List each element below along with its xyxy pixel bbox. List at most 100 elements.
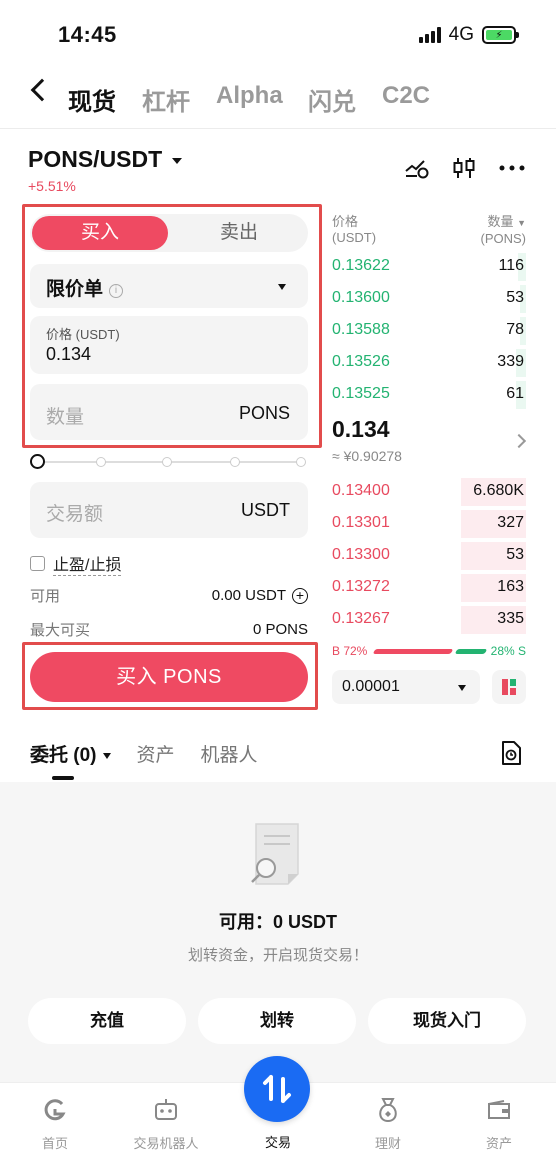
trade-arrows-icon — [263, 1075, 291, 1103]
chevron-right-icon[interactable] — [511, 433, 527, 449]
info-icon[interactable]: i — [109, 284, 124, 298]
slider-stop[interactable] — [296, 457, 306, 467]
bid-row[interactable]: 0.13267 335 — [330, 604, 526, 636]
ask-price: 0.13622 — [332, 257, 390, 274]
slider-stop[interactable] — [96, 457, 106, 467]
deposit-button[interactable]: 充值 — [28, 998, 186, 1044]
amount-unit: USDT — [241, 500, 290, 520]
bid-qty: 335 — [497, 610, 524, 627]
bid-row[interactable]: 0.13301 327 — [330, 508, 526, 540]
order-type-select[interactable]: 限价单 i — [30, 264, 308, 308]
signal-icon — [418, 27, 441, 43]
divider — [0, 128, 556, 129]
ask-qty: 53 — [506, 289, 524, 306]
status-time: 14:45 — [58, 22, 117, 47]
nav-trading-bot[interactable]: 交易机器人 — [116, 1095, 216, 1152]
buy-sell-toggle: 买入 卖出 — [30, 214, 308, 252]
tab-convert[interactable]: 闪兑 — [308, 82, 356, 117]
bid-row[interactable]: 0.13400 6.680K — [330, 476, 526, 508]
ask-row[interactable]: 0.13525 61 — [330, 379, 526, 411]
add-funds-icon[interactable]: + — [292, 587, 308, 604]
tab-orders[interactable]: 委托 (0) — [30, 740, 111, 767]
nav-trade-button[interactable] — [244, 1056, 310, 1122]
tab-bots[interactable]: 机器人 — [201, 740, 258, 767]
quantity-field[interactable]: 数量 PONS — [30, 384, 308, 440]
orderbook-price-header: 价格 (USDT) — [332, 214, 376, 246]
slider-stop[interactable] — [230, 457, 240, 467]
chevron-down-icon — [172, 157, 183, 164]
order-type-label: 限价单 — [46, 279, 104, 300]
bid-row[interactable]: 0.13300 53 — [330, 540, 526, 572]
quantity-placeholder: 数量 — [46, 407, 85, 428]
tpsl-label: 止盈/止损 — [53, 551, 122, 576]
battery-icon: ⚡ — [482, 26, 519, 44]
orderbook-qty-header[interactable]: 数量 ▼ (PONS) — [481, 214, 527, 247]
more-icon[interactable] — [498, 164, 526, 172]
buy-ratio: B 72% — [332, 644, 368, 658]
buy-button[interactable]: 买入 PONS — [30, 652, 308, 702]
orderbook-layout-button[interactable] — [492, 670, 526, 704]
empty-available: 可用：0 USDT — [218, 912, 337, 932]
nav-earn[interactable]: 理财 — [338, 1095, 438, 1152]
price-alert-icon[interactable] — [404, 157, 430, 179]
slider-handle[interactable] — [30, 454, 45, 469]
price-field[interactable]: 价格 (USDT) 0.134 — [30, 316, 308, 374]
spot-guide-button[interactable]: 现货入门 — [368, 998, 526, 1044]
candlestick-chart-icon[interactable] — [452, 156, 476, 180]
ask-price: 0.13600 — [332, 289, 390, 306]
amount-placeholder: 交易额 — [46, 504, 104, 525]
pair-selector[interactable]: PONS/USDT — [28, 146, 183, 173]
tab-c2c[interactable]: C2C — [382, 82, 430, 110]
dropdown-icon — [458, 685, 466, 691]
nav-home[interactable]: 首页 — [5, 1095, 105, 1152]
bid-row[interactable]: 0.13272 163 — [330, 572, 526, 604]
order-history-icon[interactable] — [500, 740, 522, 766]
checkbox-icon[interactable] — [30, 556, 45, 571]
bid-price: 0.13267 — [332, 610, 390, 627]
available-value: 0.00 USDT — [211, 587, 286, 604]
tab-orders-label: 委托 (0) — [30, 745, 97, 766]
price-label: 价格 (USDT) — [46, 327, 120, 342]
bid-price: 0.13400 — [332, 482, 390, 499]
amount-field[interactable]: 交易额 USDT — [30, 482, 308, 538]
price-value: 0.134 — [46, 344, 92, 364]
sell-tab[interactable]: 卖出 — [170, 214, 308, 252]
max-buy-value: 0 PONS — [252, 621, 308, 638]
tab-assets[interactable]: 资产 — [137, 740, 175, 767]
earn-bag-icon — [379, 1098, 397, 1123]
top-nav: 现货 杠杆 Alpha 闪兑 C2C — [0, 76, 556, 120]
percent-slider[interactable] — [30, 454, 306, 469]
ask-row[interactable]: 0.13600 53 — [330, 283, 526, 315]
bid-qty: 327 — [497, 514, 524, 531]
layout-icon — [502, 679, 516, 695]
ask-row[interactable]: 0.13622 116 — [330, 251, 526, 283]
ask-row[interactable]: 0.13588 78 — [330, 315, 526, 347]
bid-price: 0.13301 — [332, 514, 390, 531]
tab-alpha[interactable]: Alpha — [216, 82, 283, 110]
tab-spot[interactable]: 现货 — [68, 82, 116, 117]
precision-select[interactable]: 0.00001 — [332, 670, 480, 704]
bid-price: 0.13272 — [332, 578, 390, 595]
nav-earn-label: 理财 — [374, 1136, 401, 1151]
price-header-unit: (USDT) — [332, 230, 377, 245]
ask-qty: 61 — [506, 385, 524, 402]
bid-qty: 6.680K — [473, 482, 524, 499]
ask-price: 0.13525 — [332, 385, 390, 402]
price-change: +5.51% — [28, 178, 76, 194]
slider-stop[interactable] — [162, 457, 172, 467]
tab-margin[interactable]: 杠杆 — [142, 82, 190, 117]
buy-tab[interactable]: 买入 — [32, 216, 168, 250]
ask-row[interactable]: 0.13526 339 — [330, 347, 526, 379]
bid-price: 0.13300 — [332, 546, 390, 563]
transfer-button[interactable]: 划转 — [198, 998, 356, 1044]
tab-underline — [52, 776, 74, 780]
network-label: 4G — [448, 24, 474, 45]
robot-icon — [155, 1099, 177, 1120]
ask-price: 0.13526 — [332, 353, 390, 370]
nav-assets[interactable]: 资产 — [449, 1095, 549, 1152]
back-icon[interactable] — [30, 78, 54, 102]
available-label: 可用 — [30, 588, 61, 605]
nav-trade-label: 交易 — [264, 1135, 291, 1150]
ask-qty: 78 — [506, 321, 524, 338]
tpsl-checkbox[interactable]: 止盈/止损 — [30, 551, 122, 576]
